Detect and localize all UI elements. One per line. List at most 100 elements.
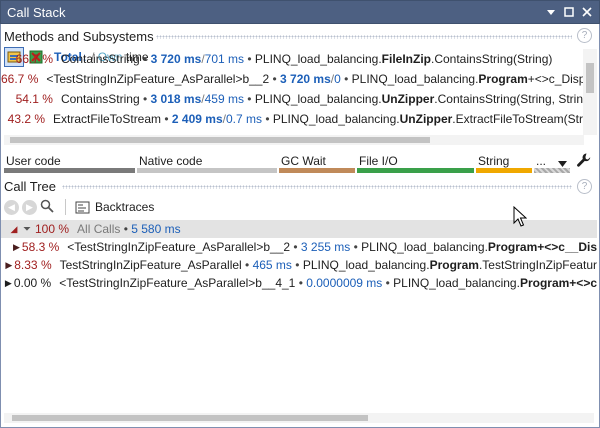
scroll-thumb[interactable]: [10, 137, 430, 143]
help-icon[interactable]: ?: [577, 28, 592, 43]
tree-row[interactable]: ▶ 8.33 % TestStringInZipFeature_AsParall…: [1, 256, 597, 274]
percent: 100 %: [35, 222, 70, 236]
call-tree: ◢ ⏷ 100 % All Calls • 5 580 ms ▶ 58.3 % …: [1, 220, 597, 410]
subsystem-label: String: [478, 154, 510, 168]
list-item[interactable]: 66.7 % <TestStringInZipFeature_AsParalle…: [1, 69, 583, 89]
list-item[interactable]: 43.2 % ExtractFileToStream • 2 409 ms / …: [1, 109, 583, 129]
tree-row[interactable]: ▶ 58.3 % <TestStringInZipFeature_AsParal…: [1, 238, 597, 256]
backtraces-icon: [75, 200, 90, 215]
subsystem-label: User code: [6, 154, 61, 168]
class-name: Program: [487, 240, 538, 254]
tree-row[interactable]: ▶ 0.00 % <TestStringInZipFeature_AsParal…: [1, 274, 597, 292]
percent: 58.3 %: [21, 240, 60, 254]
help-icon[interactable]: ?: [577, 179, 592, 194]
subsystem-bar: [4, 168, 135, 173]
subsystem-bar: [279, 168, 355, 173]
own-time: 701 ms: [204, 52, 245, 66]
method-name: ExtractFileToStream: [53, 112, 162, 126]
subsystems-dropdown-icon[interactable]: [558, 156, 567, 170]
total-time: 3 720 ms: [280, 72, 331, 86]
methods-list: 66.7 % ContainsString • 3 720 ms / 701 m…: [1, 49, 583, 135]
tree-root-row[interactable]: ◢ ⏷ 100 % All Calls • 5 580 ms: [1, 220, 597, 238]
tool-window-titlebar: Call Stack: [0, 0, 600, 24]
expand-icon[interactable]: ▶: [5, 260, 12, 271]
subsystem-label: File I/O: [359, 154, 398, 168]
total-time: 0.0000009 ms: [306, 276, 383, 290]
member-name: .ExtractFileToStream(Str: [452, 112, 583, 126]
window-title: Call Stack: [7, 4, 66, 20]
namespace: PLINQ_load_balancing.: [393, 276, 520, 290]
namespace: PLINQ_load_balancing.: [254, 52, 382, 66]
close-icon[interactable]: [579, 4, 595, 20]
subsystem-bar: [137, 168, 277, 173]
dropdown-icon[interactable]: [543, 4, 559, 20]
namespace: PLINQ_load_balancing.: [351, 72, 479, 86]
backtraces-label: Backtraces: [95, 200, 155, 214]
subsystem-file-io[interactable]: File I/O: [357, 150, 474, 174]
list-item[interactable]: 54.1 % ContainsString • 3 018 ms / 459 m…: [1, 89, 583, 109]
member-name: .TestStringInZipFeatur: [478, 258, 597, 272]
subsystem-label: GC Wait: [281, 154, 326, 168]
percent: 0.00 %: [13, 276, 52, 290]
mouse-pointer-icon: [513, 205, 528, 231]
subsystem-label: ...: [536, 154, 547, 168]
wrench-icon[interactable]: [576, 152, 592, 168]
method-name: ContainsString: [61, 52, 140, 66]
own-time: 459 ms: [204, 92, 244, 106]
toolbar-separator: [65, 199, 66, 215]
class-name: UnZipper: [381, 92, 435, 106]
class-name: Program: [429, 258, 479, 272]
methods-vertical-scrollbar[interactable]: [583, 49, 597, 135]
namespace: PLINQ_load_balancing.: [254, 92, 382, 106]
total-time: 3 018 ms: [150, 92, 202, 106]
percent: 66.7 %: [1, 72, 39, 86]
scroll-thumb[interactable]: [12, 415, 368, 421]
scroll-thumb[interactable]: [586, 63, 594, 93]
maximize-icon[interactable]: [561, 4, 577, 20]
member-name: +<>c__Dis: [537, 240, 597, 254]
backtraces-button[interactable]: Backtraces: [75, 200, 154, 215]
percent: 43.2 %: [7, 112, 45, 126]
subsystem-native-code[interactable]: Native code: [137, 150, 277, 174]
expand-icon[interactable]: ▶: [13, 242, 20, 253]
collapse-icon[interactable]: ◢: [9, 224, 19, 235]
subsystem-gc-wait[interactable]: GC Wait: [279, 150, 355, 174]
node-name: TestStringInZipFeature_AsParallel: [59, 258, 242, 272]
section-divider: [156, 35, 572, 39]
methods-horizontal-scrollbar[interactable]: [4, 135, 584, 145]
hotspot-icon: ⏷: [23, 223, 31, 235]
member-name: .ContainsString(String): [431, 52, 553, 66]
section-divider: [62, 185, 572, 189]
subsystem-user-code[interactable]: User code: [4, 150, 135, 174]
class-name: FileInZip: [381, 52, 431, 66]
methods-section-title: Methods and Subsystems: [4, 28, 154, 44]
calltree-section-title: Call Tree: [4, 178, 57, 194]
expand-icon[interactable]: ▶: [5, 278, 12, 289]
total-time: 465 ms: [252, 258, 292, 272]
namespace: PLINQ_load_balancing.: [302, 258, 430, 272]
node-name: <TestStringInZipFeature_AsParallel>b__4_…: [59, 276, 296, 290]
percent: 66.7 %: [15, 52, 53, 66]
node-name: All Calls: [77, 222, 121, 236]
member-name: +<>c_Displ: [527, 72, 583, 86]
subsystem-label: Native code: [139, 154, 203, 168]
namespace: PLINQ_load_balancing.: [272, 112, 400, 126]
class-name: Program: [519, 276, 570, 290]
calltree-horizontal-scrollbar[interactable]: [4, 413, 594, 423]
total-time: 3 255 ms: [300, 240, 351, 254]
forward-icon[interactable]: ▶: [22, 199, 37, 215]
own-time: 0: [334, 72, 341, 86]
subsystem-bar: [476, 168, 532, 173]
search-icon[interactable]: [40, 199, 56, 215]
class-name: Program: [478, 72, 528, 86]
total-time: 2 409 ms: [171, 112, 223, 126]
percent: 8.33 %: [14, 258, 52, 272]
member-name: .ContainsString(String, Strin: [434, 92, 583, 106]
own-time: 0.7 ms: [225, 112, 262, 126]
subsystem-string[interactable]: String: [476, 150, 532, 174]
member-name: +<>c: [569, 276, 597, 290]
list-item[interactable]: 66.7 % ContainsString • 3 720 ms / 701 m…: [1, 49, 583, 69]
class-name: UnZipper: [399, 112, 453, 126]
namespace: PLINQ_load_balancing.: [361, 240, 488, 254]
back-icon[interactable]: ◀: [4, 199, 19, 215]
